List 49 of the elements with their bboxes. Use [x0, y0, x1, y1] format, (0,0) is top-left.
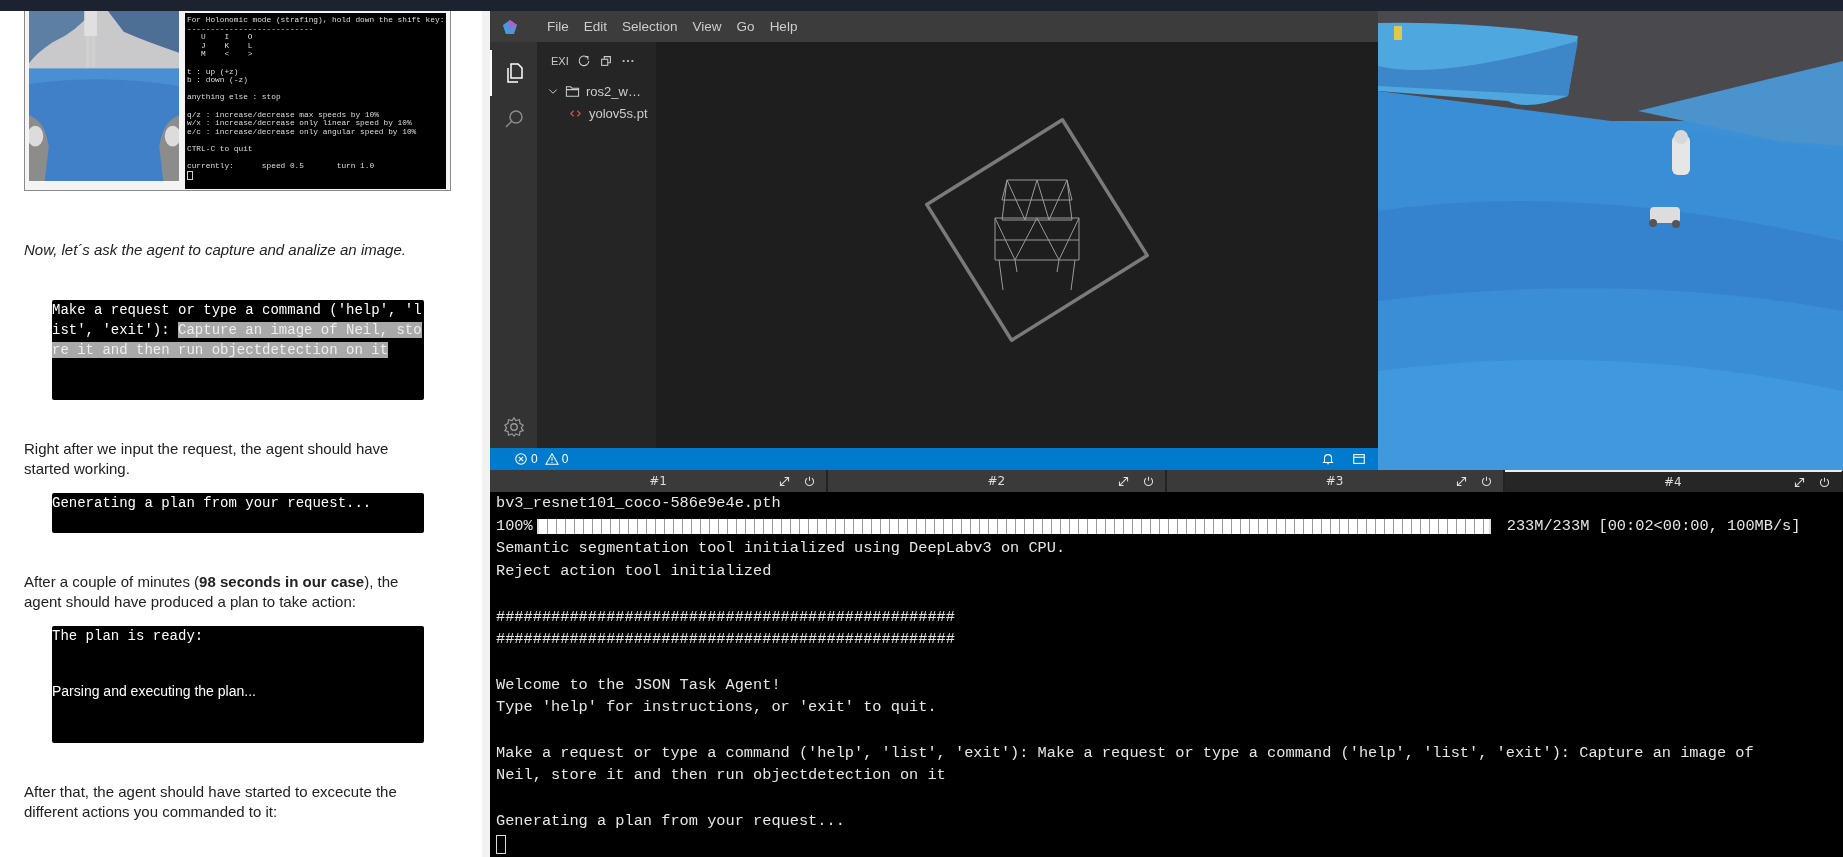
paragraph: Right after we input the request, the agent should have started working. [24, 439, 390, 479]
terminal-tab[interactable]: #1 [490, 470, 829, 492]
terminal-line: Semantic segmentation tool initialized using DeepLabv3 on CPU. [496, 538, 1067, 560]
warning-count[interactable]: 0 [561, 452, 569, 466]
expand-icon[interactable] [1454, 474, 1468, 488]
progress-percent: 100% [496, 515, 533, 537]
terminal-line: bv3_resnet101_coco-586e9e4e.pth [496, 493, 782, 514]
tree-item[interactable]: yolov5s.pt [537, 102, 656, 124]
terminal-line: ################################################## [496, 629, 956, 651]
menu-item[interactable]: Help [769, 19, 798, 34]
menu-item[interactable]: View [692, 19, 722, 34]
console-line: Parsing and executing the plan... [52, 682, 257, 701]
console-line: The plan is ready: [52, 627, 205, 646]
terminal-line: ################################################## [496, 606, 956, 628]
bell-icon[interactable] [1321, 452, 1335, 466]
refresh-icon[interactable] [576, 54, 591, 68]
menu-item[interactable]: Selection [622, 19, 678, 34]
paragraph: After that, the agent should have started to excecute the different actions you commanded to it: [24, 782, 398, 822]
panel-icon[interactable] [1352, 452, 1366, 466]
terminal-line: Reject action tool initialized [496, 561, 773, 583]
terminal-line: Type 'help' for instructions, or 'exit' to quit. [496, 697, 938, 719]
terminal-line: Generating a plan from your request... [496, 810, 846, 832]
expand-icon[interactable] [1793, 475, 1806, 489]
expand-icon[interactable] [1116, 474, 1130, 488]
progress-stats: 233M/233M [00:02<00:00, 100MB/s] [1506, 515, 1801, 537]
explorer-title: EXI [551, 55, 569, 67]
tree-item[interactable]: ros2_w… [537, 80, 656, 102]
cursor [496, 835, 506, 855]
paragraph: After a couple of minutes (98 seconds in our case), the agent should have produced a plan to take action: [24, 572, 400, 612]
terminal-tab[interactable]: #2 [828, 470, 1167, 492]
error-icon[interactable] [514, 452, 528, 466]
terminal-line: Neil, store it and then run objectdetection on it [496, 765, 947, 787]
terminal-line: Make a request or type a command ('help', 'list', 'exit'): Make a request or type a command ('help', 'list', 'exit'): Capture an image of [496, 742, 1755, 764]
paragraph: Now, let´s ask the agent to capture and analize an image. [24, 240, 407, 260]
settings-icon[interactable] [502, 416, 525, 438]
collapse-icon[interactable] [598, 54, 613, 68]
terminal-line: Welcome to the JSON Task Agent! [496, 674, 782, 696]
error-count[interactable]: 0 [531, 452, 538, 466]
warning-icon[interactable] [544, 452, 559, 466]
folder-icon [565, 83, 580, 99]
app-logo-icon [502, 18, 518, 35]
menu-item[interactable]: File [547, 19, 569, 34]
console-line: Generating a plan from your request... [52, 494, 373, 513]
terminal-tab[interactable]: #4 [1504, 470, 1843, 492]
menu-item[interactable]: Go [736, 19, 755, 34]
cursor [187, 170, 193, 180]
expand-icon[interactable] [778, 474, 792, 488]
console-line: Make a request or type a command ('help', 'list', 'exit'): Capture an image of Neil, store it and then run objectdetection on it [52, 301, 423, 360]
menu-item[interactable]: Edit [583, 19, 608, 34]
